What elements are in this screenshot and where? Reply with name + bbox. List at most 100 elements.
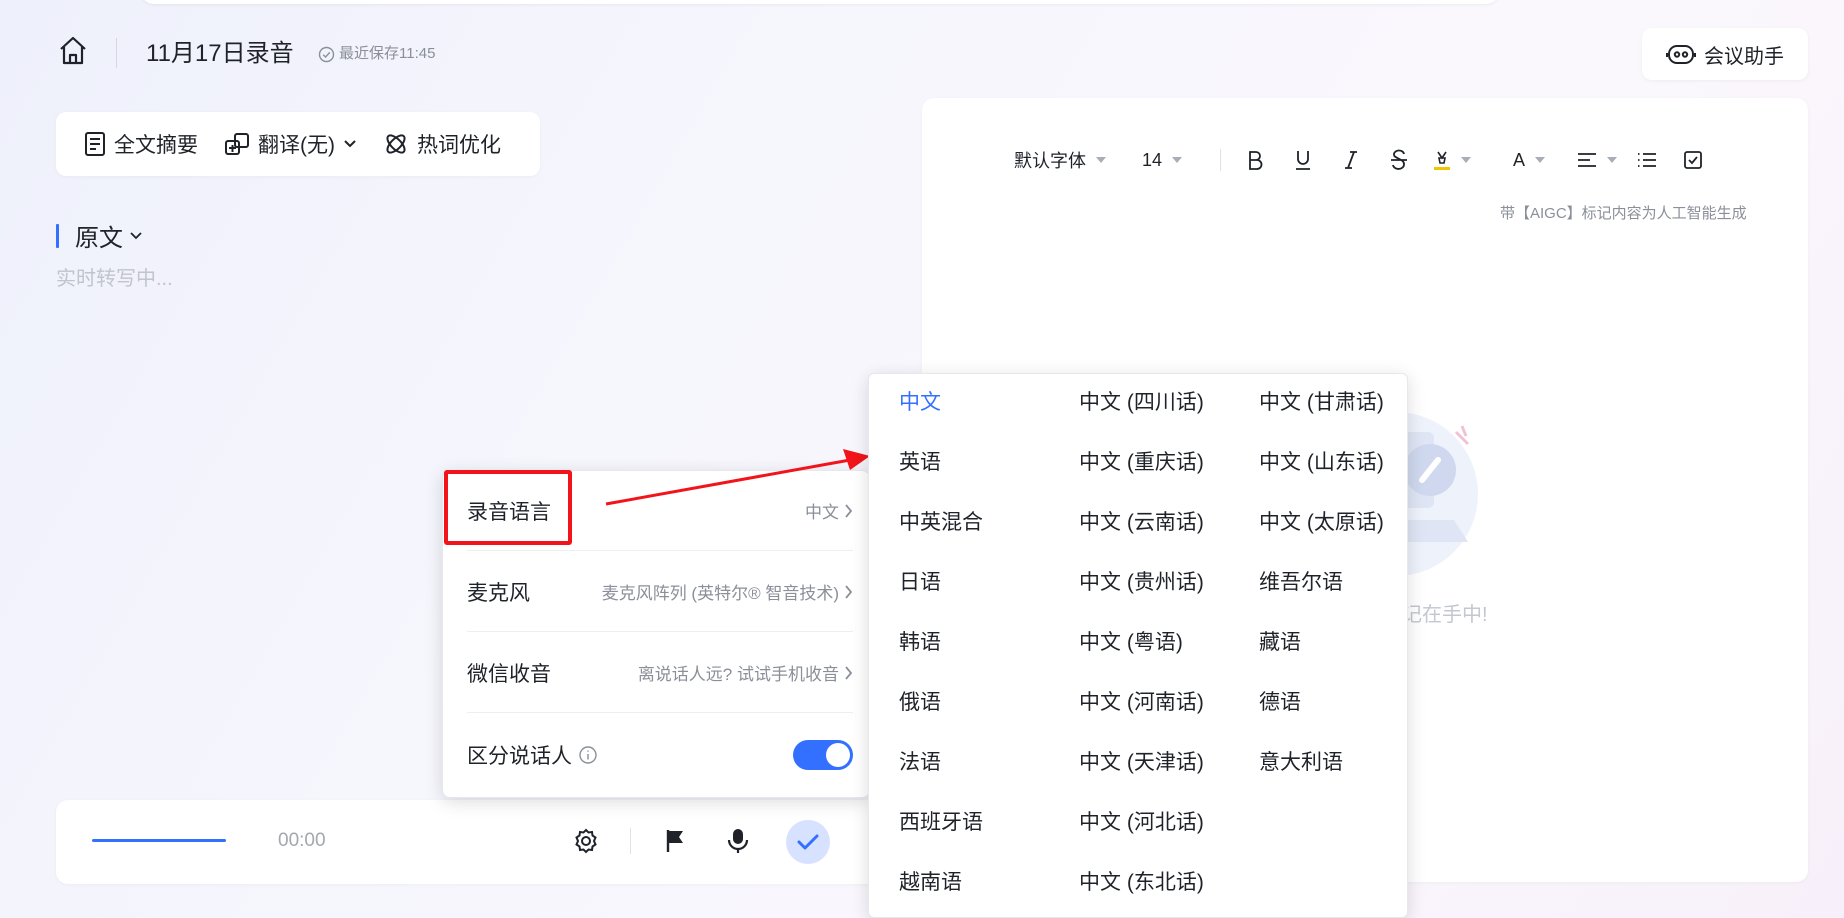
section-accent-bar xyxy=(56,223,59,248)
speaker-diarization-row: 区分说话人 xyxy=(467,715,853,795)
italic-icon xyxy=(1345,151,1357,169)
font-size-select[interactable]: 14 xyxy=(1142,150,1186,171)
flag-icon xyxy=(666,830,683,852)
highlighter-icon xyxy=(1434,151,1450,170)
info-icon[interactable] xyxy=(578,745,598,765)
transcript-section-label: 原文 xyxy=(75,225,123,252)
language-option[interactable]: 中文 (东北话) xyxy=(1079,868,1204,898)
translate-label: 翻译(无) xyxy=(258,134,335,157)
strikethrough-button[interactable] xyxy=(1385,149,1413,171)
speaker-diarization-label-wrap: 区分说话人 xyxy=(467,740,598,770)
checkbox-icon xyxy=(1684,151,1702,169)
language-option[interactable]: 中文 (四川话) xyxy=(1079,388,1204,418)
check-icon xyxy=(797,834,819,850)
strikethrough-icon xyxy=(1391,149,1407,170)
language-option[interactable]: 韩语 xyxy=(899,628,941,658)
language-option[interactable]: 俄语 xyxy=(899,688,941,718)
language-option[interactable]: 中文 (重庆话) xyxy=(1079,448,1204,478)
microphone-row[interactable]: 麦克风 麦克风阵列 (英特尔® 智音技术) xyxy=(467,552,853,632)
italic-button[interactable] xyxy=(1337,150,1365,170)
save-status-text: 最近保存11:45 xyxy=(339,45,436,62)
language-option[interactable]: 英语 xyxy=(899,448,941,478)
feature-toolbar: 全文摘要 翻译(无) 热词优化 xyxy=(56,112,540,176)
align-left-icon xyxy=(1578,153,1597,167)
language-option[interactable]: 中文 (粤语) xyxy=(1079,628,1183,658)
language-option[interactable]: 中文 (太原话) xyxy=(1259,508,1384,538)
microphone-value: 麦克风阵列 (英特尔® 智音技术) xyxy=(601,584,839,603)
font-family-select[interactable]: 默认字体 xyxy=(1014,147,1108,173)
finish-recording-button[interactable] xyxy=(786,820,830,864)
editor-toolbar: 默认字体 14 A xyxy=(1014,144,1703,176)
recording-timer: 00:00 xyxy=(278,830,326,851)
caret-down-icon xyxy=(1172,157,1183,163)
align-button[interactable] xyxy=(1577,151,1618,169)
header-divider xyxy=(116,38,117,68)
mark-flag-button[interactable] xyxy=(660,826,690,856)
transcript-mode-dropdown[interactable]: 原文 xyxy=(56,218,143,253)
language-option[interactable]: 中文 (山东话) xyxy=(1259,448,1384,478)
chevron-right-icon xyxy=(845,584,853,599)
language-option[interactable]: 中文 (甘肃话) xyxy=(1259,388,1384,418)
translate-icon xyxy=(225,133,249,155)
microphone-button[interactable] xyxy=(723,826,753,856)
language-option[interactable]: 法语 xyxy=(899,748,941,778)
speaker-diarization-toggle[interactable] xyxy=(793,740,853,770)
font-size-value: 14 xyxy=(1142,149,1163,170)
wechat-audio-value-wrap: 离说话人远? 试试手机收音 xyxy=(638,660,853,685)
home-icon[interactable] xyxy=(56,34,90,68)
bullet-list-button[interactable] xyxy=(1637,151,1657,169)
check-circle-icon xyxy=(318,46,335,62)
document-icon xyxy=(85,132,105,156)
language-option[interactable]: 意大利语 xyxy=(1259,748,1343,778)
chevron-right-icon xyxy=(845,665,853,680)
meeting-assistant-button[interactable]: 会议助手 xyxy=(1642,28,1808,80)
text-color-label: A xyxy=(1513,149,1526,170)
audio-waveform xyxy=(92,839,226,842)
save-status: 最近保存11:45 xyxy=(318,44,435,64)
top-bar-edge xyxy=(140,0,1500,4)
speaker-diarization-label: 区分说话人 xyxy=(467,745,572,768)
caret-down-icon xyxy=(1461,157,1471,163)
language-option[interactable]: 中文 (天津话) xyxy=(1079,748,1204,778)
language-option[interactable]: 中文 (云南话) xyxy=(1079,508,1204,538)
font-family-value: 默认字体 xyxy=(1014,151,1086,171)
summary-button[interactable]: 全文摘要 xyxy=(84,129,198,159)
summary-label: 全文摘要 xyxy=(114,134,198,157)
settings-button[interactable] xyxy=(571,826,601,856)
language-option[interactable]: 西班牙语 xyxy=(899,808,983,838)
caret-down-icon xyxy=(1607,157,1618,163)
microphone-icon xyxy=(727,829,749,853)
language-option[interactable]: 越南语 xyxy=(899,868,962,898)
language-option[interactable]: 中英混合 xyxy=(899,508,983,538)
language-option[interactable]: 日语 xyxy=(899,568,941,598)
language-option[interactable]: 德语 xyxy=(1259,688,1301,718)
annotation-highlight-box xyxy=(444,470,572,545)
language-dropdown: 中文英语中英混合日语韩语俄语法语西班牙语越南语 中文 (四川话) 中文 (重庆话) 中… xyxy=(868,373,1408,918)
annotation-arrow xyxy=(605,449,870,506)
editor-toolbar-divider xyxy=(1220,149,1221,171)
recording-title[interactable]: 11月17日录音 xyxy=(146,38,294,70)
language-option[interactable]: 中文 (河北话) xyxy=(1079,808,1204,838)
microphone-value-wrap: 麦克风阵列 (英特尔® 智音技术) xyxy=(602,579,853,604)
language-option[interactable]: 中文 (河南话) xyxy=(1079,688,1204,718)
language-option[interactable]: 中文 (贵州话) xyxy=(1079,568,1204,598)
hotword-button[interactable]: 热词优化 xyxy=(383,129,501,159)
transcript-placeholder: 实时转写中... xyxy=(56,268,173,290)
underline-button[interactable] xyxy=(1289,149,1317,171)
wechat-audio-row[interactable]: 微信收音 离说话人远? 试试手机收音 xyxy=(467,633,853,713)
toggle-knob xyxy=(826,743,850,767)
gear-icon xyxy=(575,828,597,854)
empty-state-text: 记在手中! xyxy=(1402,604,1488,626)
checklist-button[interactable] xyxy=(1683,150,1703,170)
text-color-button[interactable]: A xyxy=(1513,149,1546,171)
hotword-label: 热词优化 xyxy=(417,134,501,157)
bold-icon xyxy=(1249,151,1263,170)
language-option[interactable]: 藏语 xyxy=(1259,628,1301,658)
chevron-down-icon xyxy=(344,140,356,148)
language-option[interactable]: 维吾尔语 xyxy=(1259,568,1343,598)
language-option[interactable]: 中文 xyxy=(899,388,941,418)
aigc-notice: 带【AIGC】标记内容为人工智能生成 xyxy=(1500,205,1747,222)
translate-dropdown[interactable]: 翻译(无) xyxy=(224,129,357,159)
bold-button[interactable] xyxy=(1241,150,1269,170)
highlight-button[interactable] xyxy=(1433,149,1471,171)
